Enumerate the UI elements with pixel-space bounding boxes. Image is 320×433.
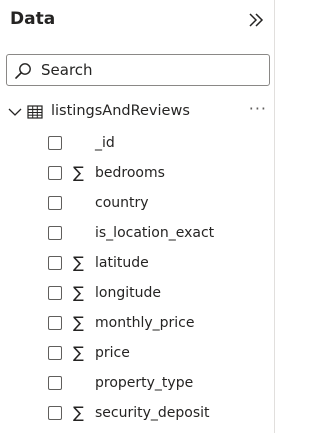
table-icon bbox=[27, 105, 43, 119]
pane-title: Data bbox=[10, 9, 56, 29]
field-name: is_location_exact bbox=[95, 225, 215, 241]
field-checkbox[interactable] bbox=[48, 316, 62, 330]
field-row-security-deposit[interactable]: ∑ security_deposit bbox=[0, 399, 275, 427]
pane-header: Data bbox=[10, 8, 266, 34]
field-row-latitude[interactable]: ∑ latitude bbox=[0, 249, 275, 277]
field-row-property-type[interactable]: property_type bbox=[0, 369, 275, 397]
field-checkbox[interactable] bbox=[48, 196, 62, 210]
field-name: longitude bbox=[95, 285, 161, 301]
field-name: bedrooms bbox=[95, 165, 165, 181]
table-item-listingsandreviews[interactable]: listingsAndReviews ··· bbox=[0, 99, 275, 124]
collapse-pane-button[interactable] bbox=[246, 10, 266, 30]
field-name: _id bbox=[95, 135, 115, 151]
field-checkbox[interactable] bbox=[48, 346, 62, 360]
field-row-monthly-price[interactable]: ∑ monthly_price bbox=[0, 309, 275, 337]
field-name: country bbox=[95, 195, 149, 211]
field-row-longitude[interactable]: ∑ longitude bbox=[0, 279, 275, 307]
double-chevron-right-icon bbox=[249, 13, 264, 27]
field-name: property_type bbox=[95, 375, 194, 391]
field-name: price bbox=[95, 345, 130, 361]
field-checkbox[interactable] bbox=[48, 256, 62, 270]
field-checkbox[interactable] bbox=[48, 166, 62, 180]
field-row-id[interactable]: _id bbox=[0, 129, 275, 157]
search-icon bbox=[15, 63, 31, 79]
data-pane: Data listingsAndReviews ··· bbox=[0, 0, 275, 433]
sigma-icon: ∑ bbox=[73, 163, 84, 182]
field-row-price[interactable]: ∑ price bbox=[0, 339, 275, 367]
field-checkbox[interactable] bbox=[48, 136, 62, 150]
field-row-country[interactable]: country bbox=[0, 189, 275, 217]
field-checkbox[interactable] bbox=[48, 286, 62, 300]
chevron-down-icon[interactable] bbox=[7, 105, 23, 119]
sigma-icon: ∑ bbox=[73, 253, 84, 272]
sigma-icon: ∑ bbox=[73, 403, 84, 422]
sigma-icon: ∑ bbox=[73, 343, 84, 362]
field-row-bedrooms[interactable]: ∑ bedrooms bbox=[0, 159, 275, 187]
field-checkbox[interactable] bbox=[48, 406, 62, 420]
sigma-icon: ∑ bbox=[73, 313, 84, 332]
field-checkbox[interactable] bbox=[48, 226, 62, 240]
table-name: listingsAndReviews bbox=[51, 103, 190, 119]
field-row-is-location-exact[interactable]: is_location_exact bbox=[0, 219, 275, 247]
field-name: monthly_price bbox=[95, 315, 195, 331]
field-checkbox[interactable] bbox=[48, 376, 62, 390]
field-name: security_deposit bbox=[95, 405, 210, 421]
search-box[interactable] bbox=[6, 54, 270, 86]
search-input[interactable] bbox=[41, 59, 261, 81]
more-options-button[interactable]: ··· bbox=[249, 99, 267, 118]
field-name: latitude bbox=[95, 255, 149, 271]
sigma-icon: ∑ bbox=[73, 283, 84, 302]
